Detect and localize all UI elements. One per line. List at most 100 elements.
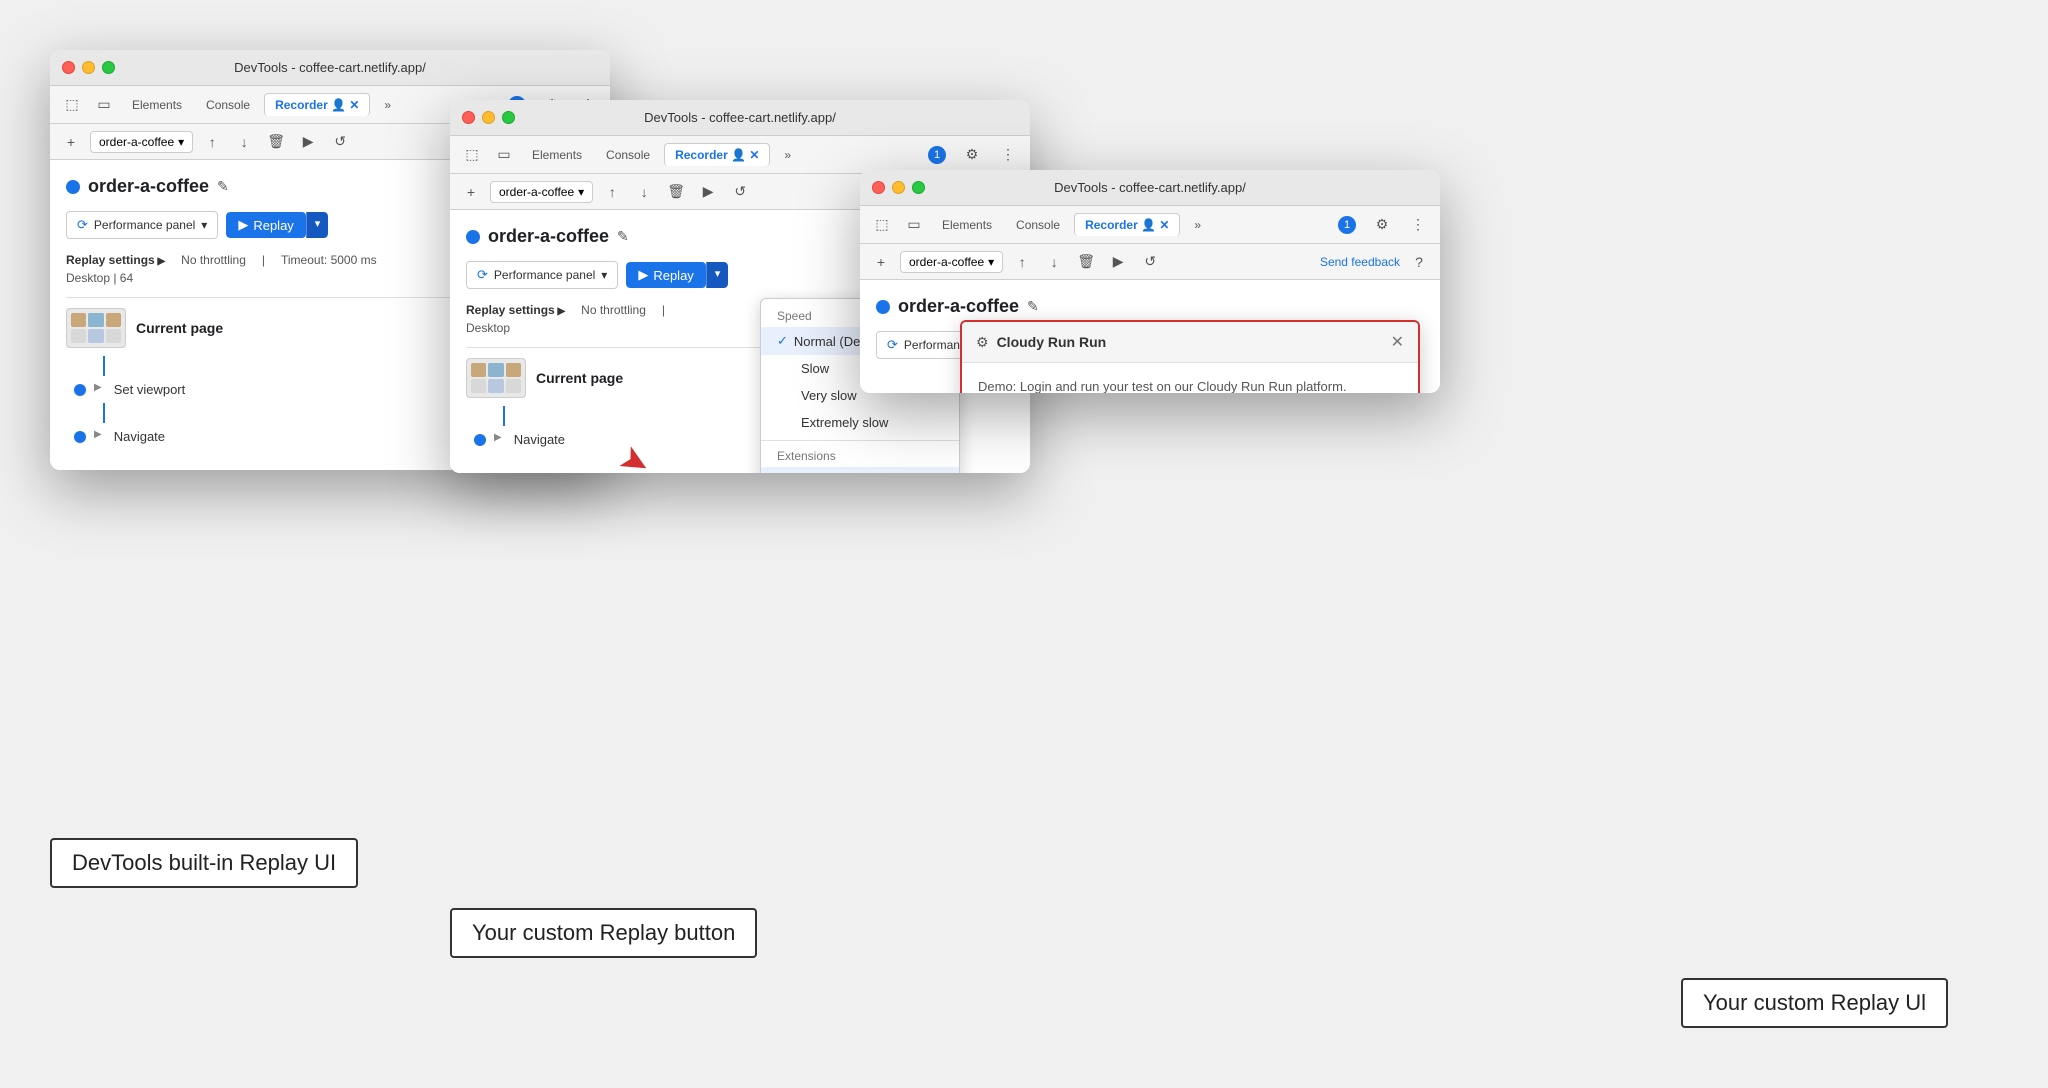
perf-panel-label-1: Performance panel <box>94 218 195 232</box>
desktop-2: Desktop <box>466 321 510 335</box>
tab-elements-1[interactable]: Elements <box>122 94 192 116</box>
add-btn-2[interactable]: + <box>458 179 484 205</box>
device-icon-2[interactable]: ▭ <box>490 141 518 169</box>
chevron-down-icon-1: ▾ <box>178 135 184 149</box>
inspector-icon-1[interactable]: ⬚ <box>58 91 86 119</box>
traffic-lights-2 <box>462 111 515 124</box>
import-btn-2[interactable]: ↓ <box>631 179 657 205</box>
minimize-button-2[interactable] <box>482 111 495 124</box>
step-label-1b[interactable]: Navigate <box>114 429 165 444</box>
play-icon-replay-1: ▶ <box>238 217 248 233</box>
dialog-close-button[interactable]: ✕ <box>1391 332 1404 352</box>
close-button-1[interactable] <box>62 61 75 74</box>
edit-icon-1[interactable]: ✎ <box>217 178 229 195</box>
export-btn-2[interactable]: ↑ <box>599 179 625 205</box>
device-icon-1[interactable]: ▭ <box>90 91 118 119</box>
recording-dot-3 <box>876 300 890 314</box>
tab-console-3[interactable]: Console <box>1006 214 1070 236</box>
inspector-icon-3[interactable]: ⬚ <box>868 211 896 239</box>
play-btn-3[interactable]: ▶ <box>1105 249 1131 275</box>
import-btn-3[interactable]: ↓ <box>1041 249 1067 275</box>
play-icon-replay-2: ▶ <box>638 267 648 283</box>
step-dot-2a <box>474 434 486 446</box>
inspector-icon-2[interactable]: ⬚ <box>458 141 486 169</box>
edit-icon-2[interactable]: ✎ <box>617 228 629 245</box>
replay-settings-label-2[interactable]: Replay settings <box>466 303 565 317</box>
chat-icon-2[interactable]: 1 <box>928 146 946 164</box>
recording-select-1[interactable]: order-a-coffee ▾ <box>90 131 193 153</box>
add-btn-1[interactable]: + <box>58 129 84 155</box>
settings-icon-3[interactable]: ⚙ <box>1368 211 1396 239</box>
dropdown-label-slow: Slow <box>801 361 829 376</box>
close-button-2[interactable] <box>462 111 475 124</box>
replay-button-1[interactable]: ▶ Replay <box>226 212 305 238</box>
recording-name-dropdown-3: order-a-coffee <box>909 255 984 269</box>
replay-button-2[interactable]: ▶ Replay <box>626 262 705 288</box>
tab-elements-2[interactable]: Elements <box>522 144 592 166</box>
step-label-2a[interactable]: Navigate <box>514 432 565 447</box>
minimize-button-1[interactable] <box>82 61 95 74</box>
maximize-button-1[interactable] <box>102 61 115 74</box>
perf-panel-btn-2[interactable]: ⟳ Performance panel ▾ <box>466 261 618 289</box>
maximize-button-3[interactable] <box>912 181 925 194</box>
tab-more-2[interactable]: » <box>774 144 801 166</box>
import-btn-1[interactable]: ↓ <box>231 129 257 155</box>
recording-name-3: order-a-coffee <box>898 296 1019 317</box>
delete-btn-2[interactable]: 🗑 <box>663 179 689 205</box>
step-connector-2a <box>503 406 505 426</box>
desktop-1: Desktop | 64 <box>66 271 133 285</box>
step-connector-1b <box>103 403 105 423</box>
recording-select-2[interactable]: order-a-coffee ▾ <box>490 181 593 203</box>
replay-label-2: Replay <box>653 268 693 283</box>
recording-select-3[interactable]: order-a-coffee ▾ <box>900 251 1003 273</box>
tab-console-1[interactable]: Console <box>196 94 260 116</box>
chat-icon-3[interactable]: 1 <box>1338 216 1356 234</box>
export-btn-1[interactable]: ↑ <box>199 129 225 155</box>
play-btn-2[interactable]: ▶ <box>695 179 721 205</box>
dropdown-item-cloudy[interactable]: Cloudy Run Run <box>761 467 959 473</box>
step-arrow-1a: ▶ <box>94 382 102 393</box>
current-page-label-2: Current page <box>536 370 623 386</box>
close-button-3[interactable] <box>872 181 885 194</box>
maximize-button-2[interactable] <box>502 111 515 124</box>
undo-btn-1[interactable]: ↺ <box>327 129 353 155</box>
titlebar-3: DevTools - coffee-cart.netlify.app/ <box>860 170 1440 206</box>
play-btn-1[interactable]: ▶ <box>295 129 321 155</box>
settings-icon-2[interactable]: ⚙ <box>958 141 986 169</box>
tab-console-2[interactable]: Console <box>596 144 660 166</box>
devtools-window-3: DevTools - coffee-cart.netlify.app/ ⬚ ▭ … <box>860 170 1440 393</box>
traffic-lights-1 <box>62 61 115 74</box>
replay-settings-label-1[interactable]: Replay settings <box>66 253 165 267</box>
tab-more-1[interactable]: » <box>374 94 401 116</box>
tab-elements-3[interactable]: Elements <box>932 214 1002 236</box>
more-icon-2[interactable]: ⋮ <box>994 141 1022 169</box>
device-icon-3[interactable]: ▭ <box>900 211 928 239</box>
recording-dot-2 <box>466 230 480 244</box>
help-btn-3[interactable]: ? <box>1406 249 1432 275</box>
more-icon-3[interactable]: ⋮ <box>1404 211 1432 239</box>
caption-builtin-text: DevTools built-in Replay UI <box>72 850 336 875</box>
delete-btn-1[interactable]: 🗑 <box>263 129 289 155</box>
replay-btn-group-1: ▶ Replay ▾ <box>226 212 328 238</box>
replay-chevron-2[interactable]: ▾ <box>706 262 729 288</box>
undo-btn-2[interactable]: ↺ <box>727 179 753 205</box>
tab-more-3[interactable]: » <box>1184 214 1211 236</box>
replay-chevron-1[interactable]: ▾ <box>306 212 329 238</box>
tab-recorder-3[interactable]: Recorder 👤 ✕ <box>1074 213 1180 236</box>
minimize-button-3[interactable] <box>892 181 905 194</box>
delete-btn-3[interactable]: 🗑 <box>1073 249 1099 275</box>
add-btn-3[interactable]: + <box>868 249 894 275</box>
undo-btn-3[interactable]: ↺ <box>1137 249 1163 275</box>
edit-icon-3[interactable]: ✎ <box>1027 298 1039 315</box>
recording-title-row-3: order-a-coffee ✎ <box>876 296 1424 317</box>
send-feedback-3[interactable]: Send feedback <box>1320 255 1400 269</box>
dropdown-item-extremely-slow[interactable]: Extremely slow <box>761 409 959 436</box>
perf-icon-3: ⟳ <box>887 337 898 353</box>
perf-panel-btn-1[interactable]: ⟳ Performance panel ▾ <box>66 211 218 239</box>
export-btn-3[interactable]: ↑ <box>1009 249 1035 275</box>
recording-name-dropdown-2: order-a-coffee <box>499 185 574 199</box>
tab-recorder-1[interactable]: Recorder 👤 ✕ <box>264 93 370 116</box>
check-icon-normal: ✓ <box>777 333 788 349</box>
step-label-1a[interactable]: Set viewport <box>114 382 186 397</box>
tab-recorder-2[interactable]: Recorder 👤 ✕ <box>664 143 770 166</box>
